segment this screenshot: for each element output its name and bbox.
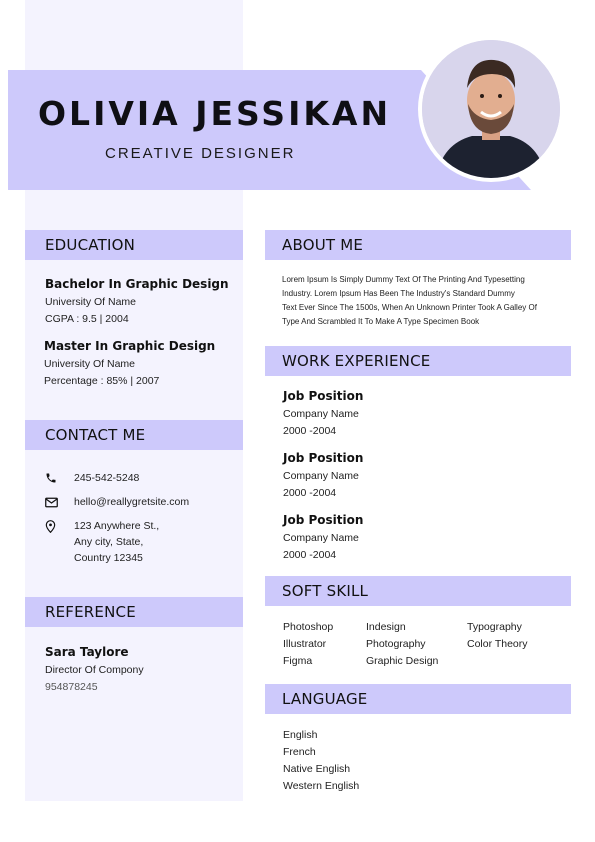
education-heading: EDUCATION bbox=[25, 230, 243, 260]
work-position-2: Job Position bbox=[283, 451, 364, 465]
work-years-3: 2000 -2004 bbox=[283, 549, 337, 561]
work-company-1: Company Name bbox=[283, 408, 359, 420]
education-detail-1: CGPA : 9.5 | 2004 bbox=[45, 313, 129, 325]
reference-name: Sara Taylore bbox=[45, 645, 129, 659]
contact-address-line-3: Country 12345 bbox=[74, 552, 143, 564]
about-line-1: Lorem Ipsum Is Simply Dummy Text Of The … bbox=[282, 275, 525, 284]
skill-item: Illustrator bbox=[283, 638, 327, 650]
candidate-role: CREATIVE DESIGNER bbox=[105, 145, 296, 162]
about-line-2: Industry. Lorem Ipsum Has Been The Indus… bbox=[282, 289, 515, 298]
reference-heading: REFERENCE bbox=[25, 597, 243, 627]
education-degree-1: Bachelor In Graphic Design bbox=[45, 277, 229, 291]
mail-icon bbox=[45, 495, 61, 509]
work-heading: WORK EXPERIENCE bbox=[265, 346, 571, 376]
skill-item: Photography bbox=[366, 638, 426, 650]
about-heading: ABOUT ME bbox=[265, 230, 571, 260]
language-item: Native English bbox=[283, 763, 351, 775]
skill-item: Figma bbox=[283, 655, 313, 667]
education-school-2: University Of Name bbox=[44, 358, 136, 370]
language-heading: LANGUAGE bbox=[265, 684, 571, 714]
skill-item: Graphic Design bbox=[366, 655, 439, 667]
work-position-1: Job Position bbox=[283, 389, 364, 403]
work-years-1: 2000 -2004 bbox=[283, 425, 337, 437]
skill-item: Typography bbox=[467, 621, 522, 633]
reference-position: Director Of Compony bbox=[45, 664, 144, 676]
phone-icon bbox=[45, 471, 61, 485]
contact-phone-row: 245-542-5248 bbox=[45, 471, 139, 485]
profile-photo bbox=[422, 40, 560, 178]
contact-address-row: 123 Anywhere St., Any city, State, Count… bbox=[45, 519, 159, 564]
language-item: Western English bbox=[283, 780, 360, 792]
about-line-3: Text Ever Since The 1500s, When An Unkno… bbox=[282, 303, 537, 312]
candidate-name: OLIVIA JESSIKAN bbox=[38, 94, 392, 133]
work-company-2: Company Name bbox=[283, 470, 359, 482]
contact-email-row: hello@reallygretsite.com bbox=[45, 495, 189, 509]
contact-heading: CONTACT ME bbox=[25, 420, 243, 450]
location-pin-icon bbox=[45, 519, 61, 533]
profile-photo-frame bbox=[418, 36, 564, 182]
skill-item: Color Theory bbox=[467, 638, 528, 650]
work-position-3: Job Position bbox=[283, 513, 364, 527]
education-detail-2: Percentage : 85% | 2007 bbox=[44, 375, 160, 387]
work-company-3: Company Name bbox=[283, 532, 359, 544]
skill-item: Indesign bbox=[366, 621, 406, 633]
contact-phone[interactable]: 245-542-5248 bbox=[74, 470, 139, 486]
education-school-1: University Of Name bbox=[45, 296, 137, 308]
work-years-2: 2000 -2004 bbox=[283, 487, 337, 499]
education-degree-2: Master In Graphic Design bbox=[44, 339, 216, 353]
skills-heading: SOFT SKILL bbox=[265, 576, 571, 606]
person-avatar-icon bbox=[422, 40, 560, 178]
reference-phone: 954878245 bbox=[45, 681, 98, 693]
language-item: English bbox=[283, 729, 318, 741]
about-line-4: Type And Scrambled It To Make A Type Spe… bbox=[282, 317, 480, 326]
language-item: French bbox=[283, 746, 316, 758]
contact-address-line-1: 123 Anywhere St., bbox=[74, 520, 160, 532]
skill-item: Photoshop bbox=[283, 621, 334, 633]
contact-email[interactable]: hello@reallygretsite.com bbox=[74, 494, 189, 510]
contact-address-line-2: Any city, State, bbox=[74, 536, 144, 548]
